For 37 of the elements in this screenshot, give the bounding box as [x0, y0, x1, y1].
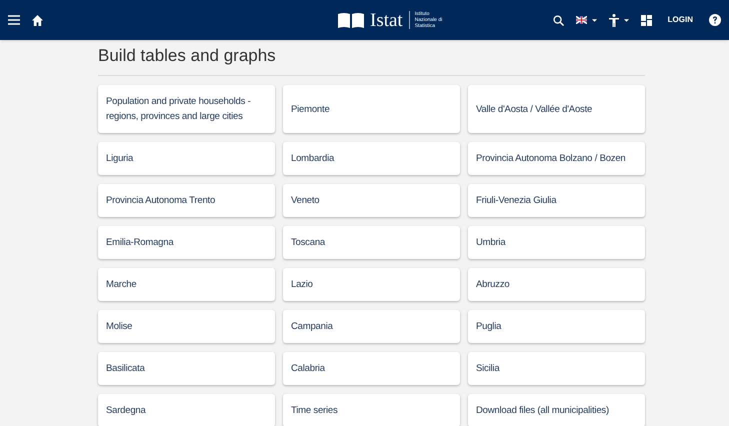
- category-card[interactable]: Marche: [98, 268, 275, 301]
- category-card[interactable]: Veneto: [283, 184, 460, 217]
- category-card[interactable]: Sicilia: [468, 352, 645, 385]
- home-icon[interactable]: [32, 14, 43, 26]
- category-card[interactable]: Umbria: [468, 226, 645, 259]
- category-card[interactable]: Valle d'Aosta / Vallée d'Aoste: [468, 85, 645, 133]
- category-card[interactable]: Provincia Autonoma Trento: [98, 184, 275, 217]
- category-card[interactable]: Lombardia: [283, 142, 460, 175]
- category-card[interactable]: Basilicata: [98, 352, 275, 385]
- category-card[interactable]: Time series: [283, 394, 460, 426]
- category-card[interactable]: Liguria: [98, 142, 275, 175]
- caret-icon[interactable]: [624, 18, 629, 22]
- category-card[interactable]: Toscana: [283, 226, 460, 259]
- book-logo-icon: [338, 12, 364, 28]
- category-card[interactable]: Campania: [283, 310, 460, 343]
- category-card[interactable]: Friuli-Venezia Giulia: [468, 184, 645, 217]
- category-card[interactable]: Lazio: [283, 268, 460, 301]
- category-card[interactable]: Piemonte: [283, 85, 460, 133]
- category-card[interactable]: Population and private households - regions, provinces and large cities: [98, 85, 275, 133]
- category-card[interactable]: Provincia Autonoma Bolzano / Bozen: [468, 142, 645, 175]
- category-card[interactable]: Emilia-Romagna: [98, 226, 275, 259]
- category-card[interactable]: Calabria: [283, 352, 460, 385]
- category-card[interactable]: Puglia: [468, 310, 645, 343]
- category-card[interactable]: Abruzzo: [468, 268, 645, 301]
- grid-icon[interactable]: [640, 14, 652, 26]
- menu-icon[interactable]: [8, 15, 20, 25]
- caret-icon[interactable]: [592, 18, 597, 22]
- category-card[interactable]: Sardegna: [98, 394, 275, 426]
- flag-icon[interactable]: [576, 16, 587, 24]
- accessibility-icon[interactable]: [608, 14, 619, 26]
- page-title: Build tables and graphs: [98, 45, 277, 67]
- category-card[interactable]: Download files (all municipalities): [468, 394, 645, 426]
- search-icon[interactable]: [552, 14, 564, 26]
- help-icon[interactable]: [709, 14, 721, 26]
- logo-text: Istat: [370, 10, 403, 30]
- login-button[interactable]: LOGIN: [664, 14, 697, 26]
- category-card[interactable]: Molise: [98, 310, 275, 343]
